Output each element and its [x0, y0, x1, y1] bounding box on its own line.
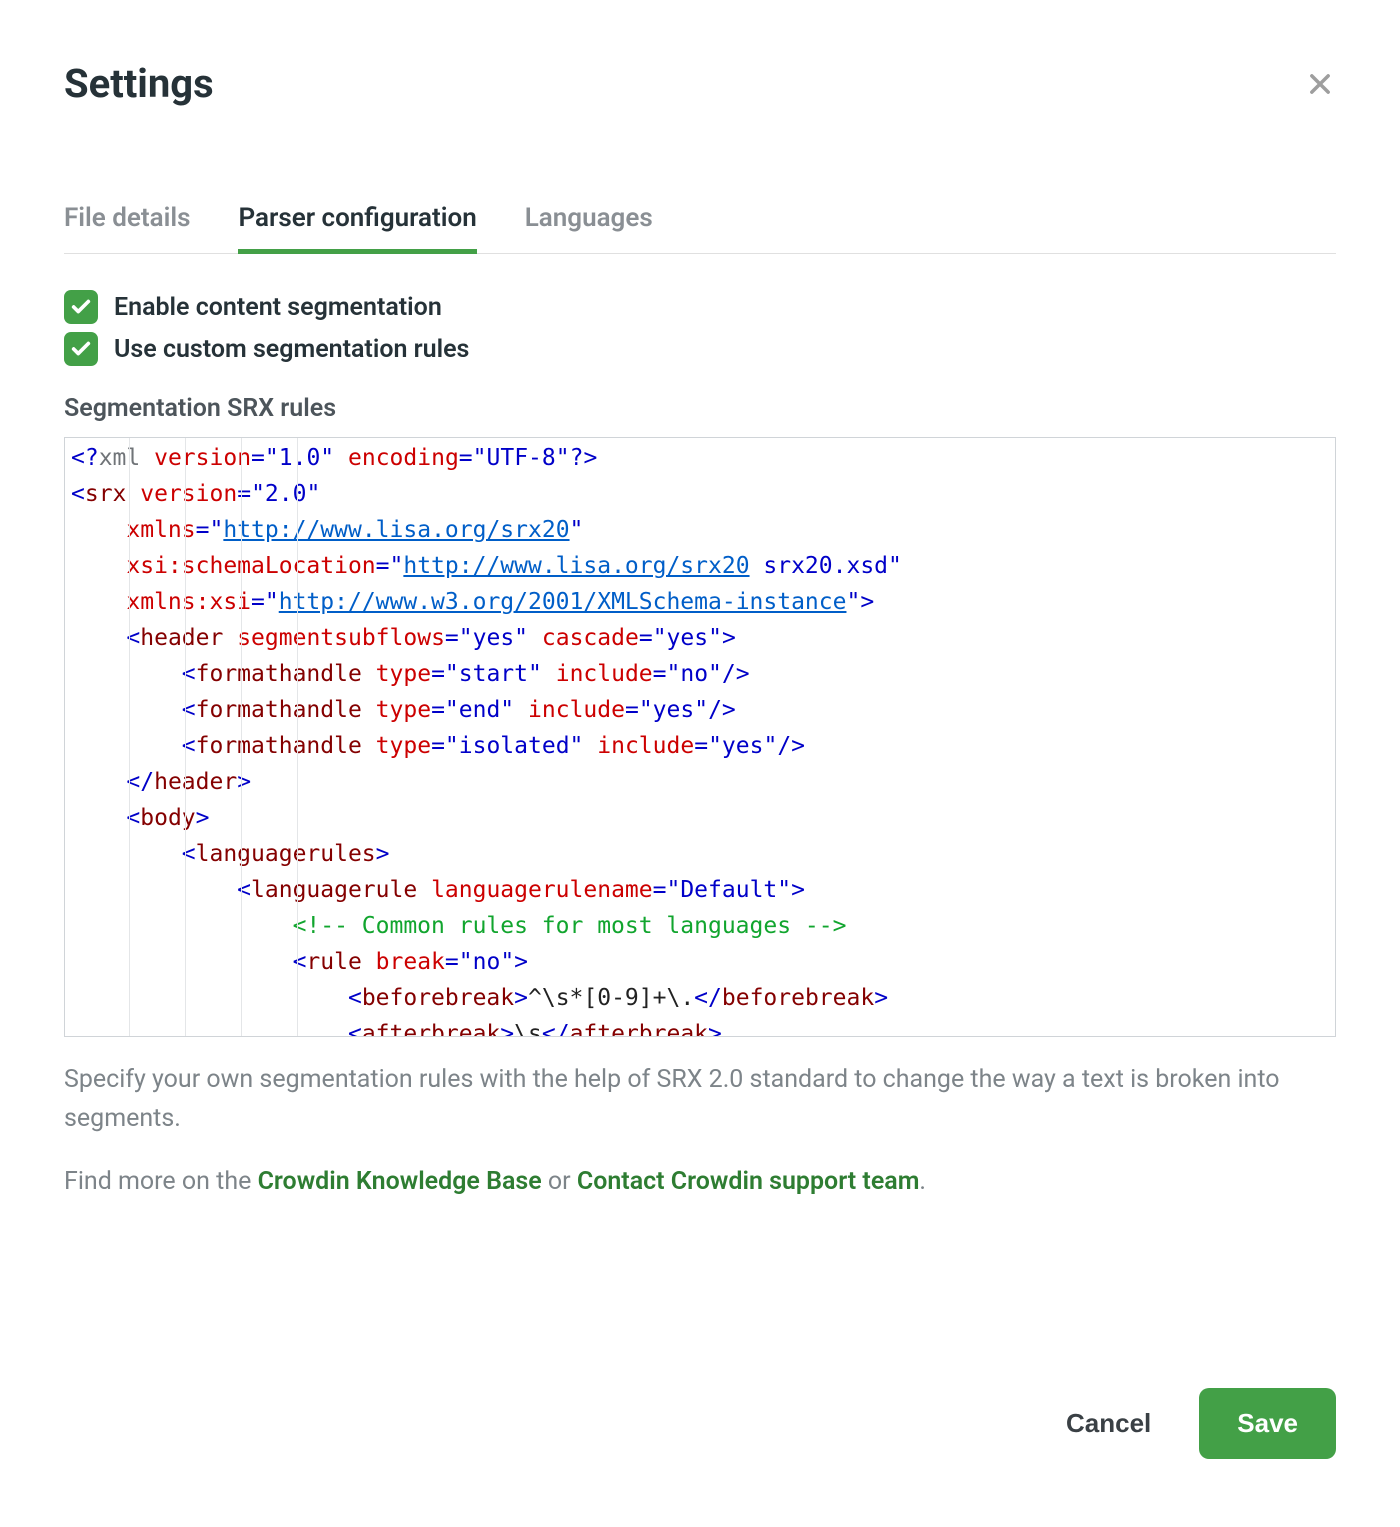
help-text-1: Specify your own segmentation rules with… [64, 1061, 1336, 1139]
close-button[interactable] [1304, 68, 1336, 100]
cancel-button[interactable]: Cancel [1058, 1396, 1159, 1451]
checkbox-use-custom-rules[interactable] [64, 332, 98, 366]
tab-languages[interactable]: Languages [525, 203, 653, 253]
checkbox-label: Use custom segmentation rules [114, 335, 469, 364]
link-contact-support[interactable]: Contact Crowdin support team [577, 1167, 920, 1196]
dialog-footer: Cancel Save [64, 1388, 1336, 1459]
srx-rules-label: Segmentation SRX rules [64, 394, 1336, 423]
page-title: Settings [64, 60, 214, 107]
tab-parser-configuration[interactable]: Parser configuration [238, 203, 476, 253]
srx-code-editor[interactable]: <?xml version="1.0" encoding="UTF-8"?> <… [64, 437, 1336, 1037]
tab-file-details[interactable]: File details [64, 203, 190, 253]
close-icon [1306, 70, 1334, 98]
check-icon [70, 296, 92, 318]
check-icon [70, 338, 92, 360]
help-text-2: Find more on the Crowdin Knowledge Base … [64, 1163, 1336, 1202]
tab-bar: File details Parser configuration Langua… [64, 203, 1336, 254]
checkbox-enable-segmentation[interactable] [64, 290, 98, 324]
checkbox-label: Enable content segmentation [114, 293, 442, 322]
link-knowledge-base[interactable]: Crowdin Knowledge Base [258, 1167, 542, 1196]
save-button[interactable]: Save [1199, 1388, 1336, 1459]
